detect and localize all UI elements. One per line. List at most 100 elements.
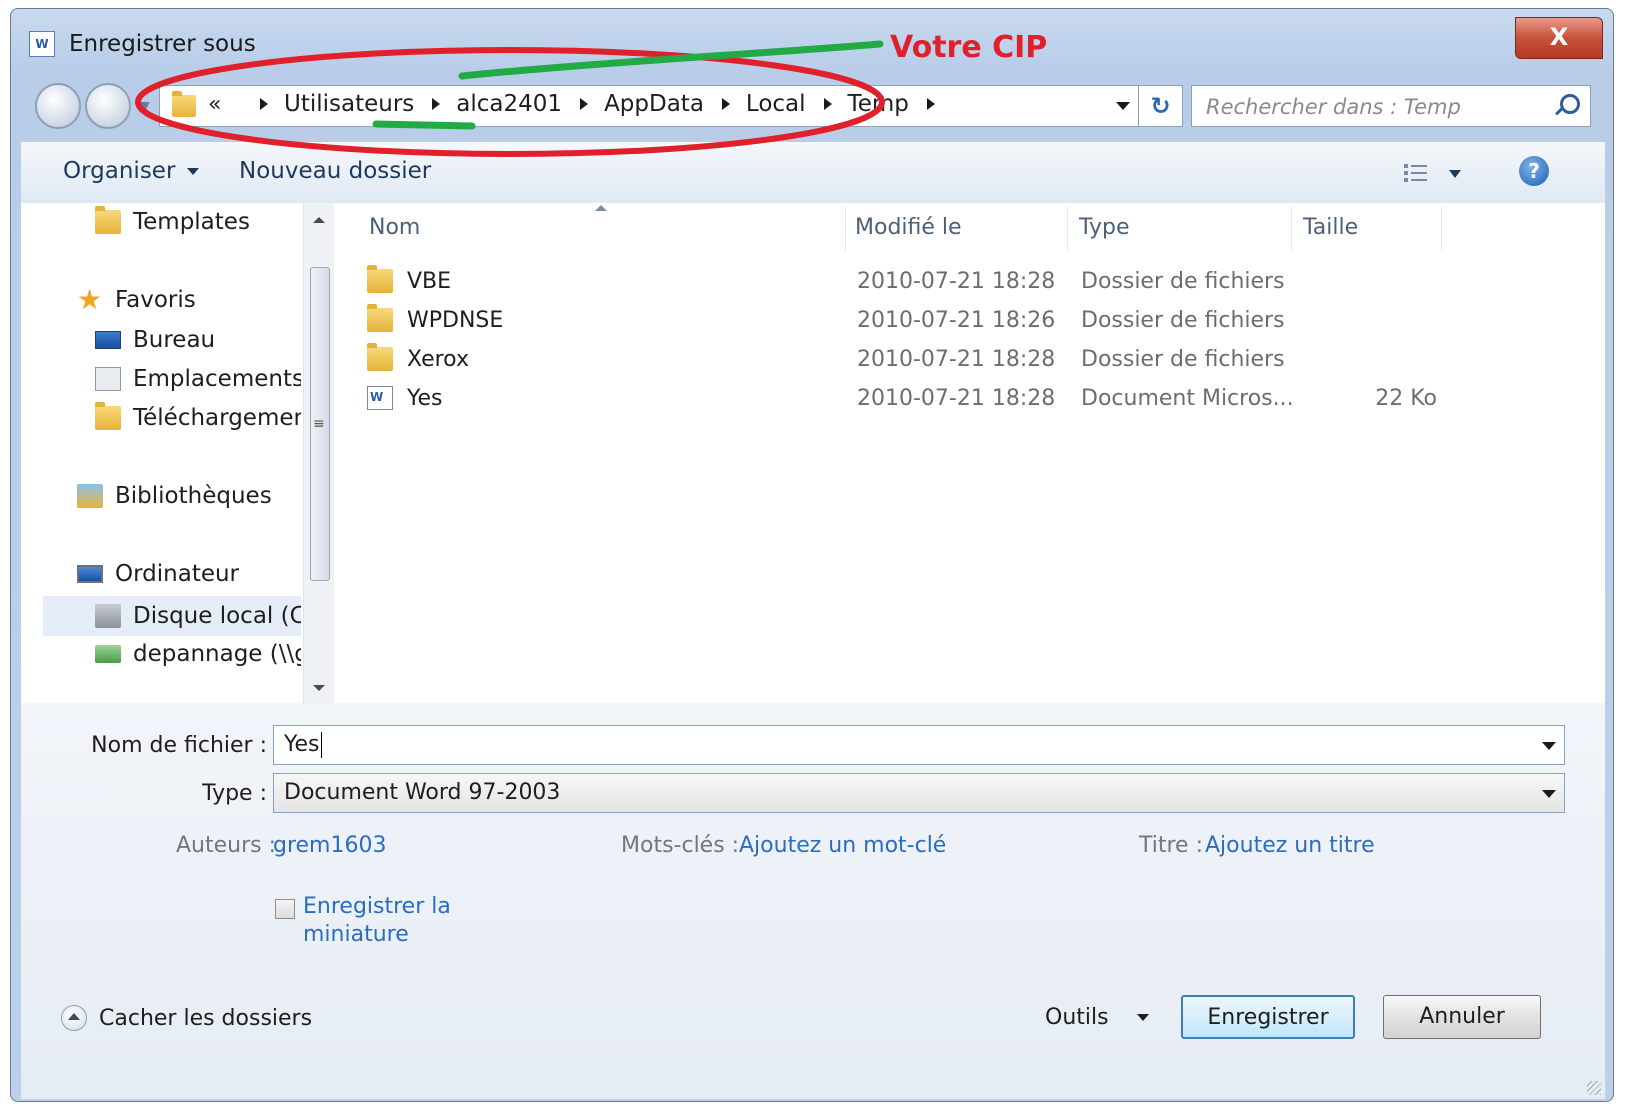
save-thumbnail-label[interactable]: Enregistrer la miniature bbox=[303, 893, 451, 949]
folder-icon bbox=[367, 265, 393, 293]
column-divider[interactable] bbox=[1067, 207, 1068, 251]
downloads-folder-icon bbox=[95, 402, 121, 430]
nav-item-network-drive[interactable]: depannage (\\ge bbox=[95, 641, 301, 667]
recent-places-icon bbox=[95, 367, 121, 391]
cancel-button[interactable]: Annuler bbox=[1383, 995, 1541, 1039]
sort-ascending-icon bbox=[595, 205, 607, 211]
organize-button[interactable]: Organiser bbox=[63, 158, 200, 184]
scroll-up-icon[interactable] bbox=[313, 217, 325, 223]
column-header-size[interactable]: Taille bbox=[1303, 213, 1358, 253]
column-divider[interactable] bbox=[845, 207, 846, 251]
grip-icon: ≡ bbox=[313, 416, 325, 432]
chevron-right-icon[interactable] bbox=[823, 98, 832, 110]
hide-folders-button[interactable]: Cacher les dossiers bbox=[61, 1005, 312, 1031]
help-icon[interactable]: ? bbox=[1519, 156, 1549, 186]
window-title: Enregistrer sous bbox=[69, 31, 256, 57]
libraries-icon bbox=[77, 484, 103, 508]
chevron-down-icon[interactable] bbox=[1542, 790, 1556, 798]
view-options-icon[interactable] bbox=[1403, 162, 1429, 184]
folder-icon bbox=[95, 206, 121, 234]
nav-item-computer[interactable]: Ordinateur bbox=[77, 561, 239, 587]
word-document-icon bbox=[367, 386, 393, 410]
filename-label: Nom de fichier : bbox=[91, 733, 267, 758]
browser-area: Templates ★Favoris Bureau Emplacements r… bbox=[21, 203, 1605, 703]
title-bar: W Enregistrer sous X bbox=[11, 9, 1613, 69]
chevron-down-icon bbox=[1136, 1014, 1149, 1021]
network-drive-icon bbox=[95, 645, 121, 663]
nav-scrollbar[interactable]: ≡ bbox=[303, 203, 334, 703]
title-input[interactable]: Ajoutez un titre bbox=[1205, 833, 1375, 858]
filename-input[interactable]: Yes bbox=[273, 725, 1565, 765]
star-icon: ★ bbox=[77, 283, 103, 316]
folder-icon bbox=[172, 91, 196, 117]
nav-item-templates[interactable]: Templates bbox=[95, 206, 250, 235]
search-icon[interactable] bbox=[1560, 94, 1580, 114]
save-as-dialog: W Enregistrer sous X ▼ « Utilisateurs al… bbox=[10, 8, 1614, 1102]
text-cursor bbox=[320, 732, 322, 758]
keywords-input[interactable]: Ajoutez un mot-clé bbox=[739, 833, 946, 858]
scroll-down-icon[interactable] bbox=[313, 685, 325, 691]
breadcrumb-item[interactable]: alca2401 bbox=[414, 91, 562, 117]
refresh-button[interactable]: ↻ bbox=[1139, 85, 1183, 127]
folder-icon bbox=[367, 304, 393, 332]
nav-item-downloads[interactable]: Téléchargements bbox=[95, 402, 301, 431]
chevron-down-icon[interactable] bbox=[1116, 102, 1130, 110]
nav-item-desktop[interactable]: Bureau bbox=[95, 327, 215, 353]
nav-item-favorites[interactable]: ★ Favoris bbox=[77, 283, 196, 316]
save-button[interactable]: Enregistrer bbox=[1181, 995, 1355, 1039]
nav-item-recent-places[interactable]: Emplacements ré bbox=[95, 366, 301, 392]
keywords-label: Mots-clés : bbox=[621, 833, 740, 858]
nav-item-libraries[interactable]: Bibliothèques bbox=[77, 483, 272, 509]
annotation-label: Votre CIP bbox=[890, 30, 1048, 65]
tools-button[interactable]: Outils bbox=[1045, 1005, 1149, 1030]
navigation-bar: ▼ « Utilisateurs alca2401 AppData Local … bbox=[11, 75, 1613, 141]
column-divider[interactable] bbox=[1291, 207, 1292, 251]
view-dropdown-icon[interactable] bbox=[1449, 170, 1461, 178]
breadcrumb: Utilisateurs alca2401 AppData Local Temp bbox=[242, 91, 951, 117]
breadcrumb-item[interactable]: Temp bbox=[806, 91, 951, 117]
column-divider[interactable] bbox=[1441, 207, 1442, 251]
recent-locations-dropdown[interactable]: ▼ bbox=[139, 99, 150, 115]
search-box[interactable] bbox=[1191, 85, 1591, 127]
file-row[interactable]: Yes 2010-07-21 18:28 Document Micros... … bbox=[367, 380, 1477, 416]
breadcrumb-item[interactable]: Local bbox=[704, 91, 806, 117]
chevron-right-icon[interactable] bbox=[721, 98, 730, 110]
resize-grip[interactable] bbox=[1587, 1081, 1601, 1095]
file-row[interactable]: Xerox 2010-07-21 18:28 Dossier de fichie… bbox=[367, 341, 1477, 377]
back-button[interactable] bbox=[35, 83, 81, 129]
authors-value[interactable]: grem1603 bbox=[273, 833, 386, 858]
close-button[interactable]: X bbox=[1515, 17, 1603, 59]
file-list: Nom Modifié le Type Taille VBE 2010-07-2… bbox=[337, 203, 1605, 703]
file-row[interactable]: VBE 2010-07-21 18:28 Dossier de fichiers bbox=[367, 263, 1477, 299]
authors-label: Auteurs : bbox=[176, 833, 277, 858]
search-input[interactable] bbox=[1204, 90, 1528, 124]
new-folder-button[interactable]: Nouveau dossier bbox=[239, 158, 431, 184]
navigation-pane: Templates ★Favoris Bureau Emplacements r… bbox=[21, 203, 301, 703]
save-thumbnail-checkbox[interactable] bbox=[275, 899, 295, 919]
file-type-select[interactable]: Document Word 97-2003 bbox=[273, 773, 1565, 813]
column-header-name[interactable]: Nom bbox=[369, 213, 420, 253]
column-header-modified[interactable]: Modifié le bbox=[855, 213, 962, 253]
word-app-icon: W bbox=[29, 31, 55, 57]
save-options-panel: Nom de fichier : Yes Type : Document Wor… bbox=[21, 703, 1605, 1099]
chevron-right-icon[interactable] bbox=[260, 98, 268, 110]
chevron-right-icon[interactable] bbox=[432, 98, 441, 110]
desktop-icon bbox=[95, 331, 121, 349]
type-label: Type : bbox=[202, 781, 267, 806]
address-bar[interactable]: « Utilisateurs alca2401 AppData Local Te… bbox=[159, 85, 1139, 127]
computer-icon bbox=[77, 565, 103, 583]
breadcrumb-item[interactable]: AppData bbox=[562, 91, 704, 117]
file-row[interactable]: WPDNSE 2010-07-21 18:26 Dossier de fichi… bbox=[367, 302, 1477, 338]
breadcrumb-overflow[interactable]: « bbox=[208, 92, 221, 117]
hard-drive-icon bbox=[95, 604, 121, 628]
chevron-right-icon[interactable] bbox=[926, 98, 935, 110]
chevron-right-icon[interactable] bbox=[580, 98, 589, 110]
column-header-type[interactable]: Type bbox=[1079, 213, 1130, 253]
folder-icon bbox=[367, 343, 393, 371]
nav-item-local-disk[interactable]: Disque local (C:) bbox=[43, 596, 301, 636]
command-toolbar: Organiser Nouveau dossier ? bbox=[21, 141, 1605, 205]
breadcrumb-item[interactable]: Utilisateurs bbox=[242, 91, 414, 117]
forward-button[interactable] bbox=[85, 83, 131, 129]
chevron-up-icon bbox=[61, 1005, 87, 1031]
chevron-down-icon[interactable] bbox=[1542, 742, 1556, 750]
